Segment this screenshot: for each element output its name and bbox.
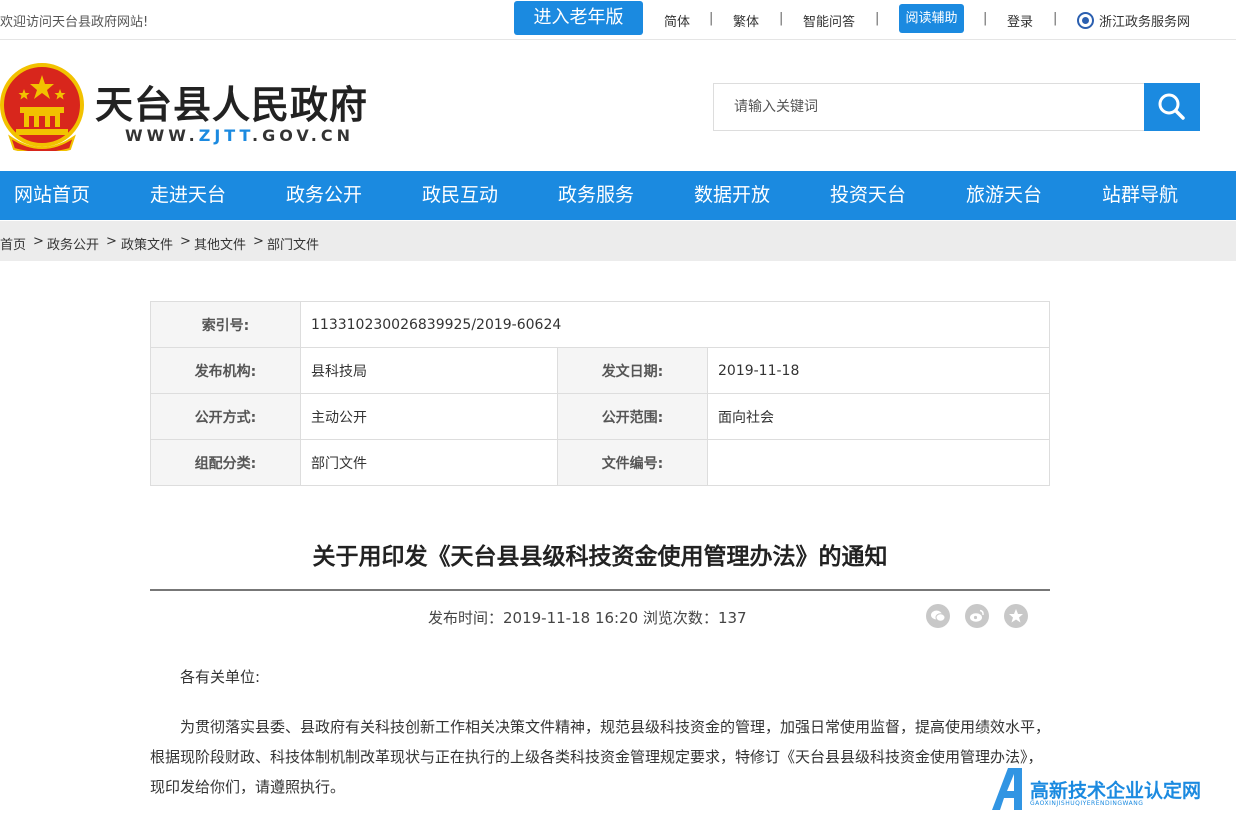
site-header: 天台县人民政府 WWW.ZJTT.GOV.CN [0,40,1236,171]
article-title: 关于用印发《天台县县级科技资金使用管理办法》的通知 [312,544,888,570]
breadcrumb-home[interactable]: 首页 [0,234,26,253]
article-paragraph-line: 为贯彻落实县委、县政府有关科技创新工作相关决策文件精神，规范县级科技资金的管理，… [180,718,1051,736]
category-label: 组配分类: [150,439,301,486]
wechat-share-button[interactable] [926,604,950,628]
table-row: 公开方式: 主动公开 公开范围: 面向社会 [150,393,1050,440]
welcome-text: 欢迎访问天台县政府网站! [0,15,149,30]
separator: | [875,11,880,26]
breadcrumb-separator: > [106,234,117,249]
scope-value: 面向社会 [707,393,1050,440]
top-bar: 欢迎访问天台县政府网站! 进入老年版 简体 | 繁体 | 智能问答 | 阅读辅助… [0,0,1236,40]
category-value: 部门文件 [300,439,558,486]
nav-about[interactable]: 走进天台 [150,171,226,220]
nav-tourism[interactable]: 旅游天台 [966,171,1042,220]
url-mid: ZJTT [198,126,253,145]
org-label: 发布机构: [150,347,301,394]
zj-service-link[interactable]: 浙江政务服务网 [1099,11,1190,30]
weibo-share-button[interactable] [965,604,989,628]
doc-number-label: 文件编号: [557,439,708,486]
search-icon [1158,93,1185,120]
breadcrumb-separator: > [33,234,44,249]
date-value: 2019-11-18 [707,347,1050,394]
url-prefix: WWW. [125,126,199,145]
site-title: 天台县人民政府 [95,82,369,127]
doc-number-value [707,439,1050,486]
open-label: 公开方式: [150,393,301,440]
separator: | [779,11,784,26]
table-row: 组配分类: 部门文件 文件编号: [150,439,1050,486]
nav-gov-open[interactable]: 政务公开 [286,171,362,220]
login-link[interactable]: 登录 [1007,11,1033,30]
search-input[interactable] [713,83,1145,131]
watermark-subtext: GAOXINJISHUQIYERENDINGWANG [1030,800,1144,807]
separator: | [709,11,714,26]
index-value: 11331023002683992​5/2019-60624 [300,301,1050,348]
elder-mode-button[interactable]: 进入老年版 [514,1,643,35]
breadcrumb-dept[interactable]: 部门文件 [267,234,319,253]
scope-label: 公开范围: [557,393,708,440]
breadcrumb-separator: > [253,234,264,249]
national-emblem-icon [0,63,84,151]
index-label: 索引号: [150,301,301,348]
breadcrumb-gov-open[interactable]: 政务公开 [47,234,99,253]
nav-open-data[interactable]: 数据开放 [694,171,770,220]
simplified-link[interactable]: 简体 [664,11,690,30]
breadcrumb-other[interactable]: 其他文件 [194,234,246,253]
separator: | [983,11,988,26]
nav-site-group[interactable]: 站群导航 [1102,171,1178,220]
url-suffix: .GOV.CN [252,126,354,145]
wechat-icon [931,610,946,622]
breadcrumb: 首页 > 政务公开 > 政策文件 > 其他文件 > 部门文件 [0,221,1236,261]
separator: | [1053,11,1058,26]
nav-interaction[interactable]: 政民互动 [422,171,498,220]
weibo-icon [970,609,984,622]
table-row: 索引号: 11331023002683992​5/2019-60624 [150,301,1050,348]
article-paragraph-line: 根据现阶段财政、科技体制机制改革现状与正在执行的上级各类科技资金管理规定要求，特… [150,748,1043,766]
watermark-text: 高新技术企业认定网 [1030,780,1202,802]
date-label: 发文日期: [557,347,708,394]
title-divider [150,589,1050,591]
publish-info: 发布时间：2019-11-18 16:20 浏览次数：137 [428,609,747,627]
favorite-icon [1009,609,1023,623]
zj-service-icon [1077,12,1094,29]
table-row: 发布机构: 县科技局 发文日期: 2019-11-18 [150,347,1050,394]
search-button[interactable] [1144,83,1200,131]
reader-assist-button[interactable]: 阅读辅助 [899,4,964,33]
document-meta-table: 索引号: 11331023002683992​5/2019-60624 发布机构… [150,301,1050,486]
open-value: 主动公开 [300,393,558,440]
breadcrumb-separator: > [180,234,191,249]
main-nav: 网站首页 走进天台 政务公开 政民互动 政务服务 数据开放 投资天台 旅游天台 … [0,171,1236,220]
site-url: WWW.ZJTT.GOV.CN [125,126,354,145]
breadcrumb-policy[interactable]: 政策文件 [121,234,173,253]
qa-link[interactable]: 智能问答 [803,11,855,30]
traditional-link[interactable]: 繁体 [733,11,759,30]
favorite-button[interactable] [1004,604,1028,628]
article-salutation: 各有关单位: [180,668,261,686]
nav-home[interactable]: 网站首页 [14,171,90,220]
org-value: 县科技局 [300,347,558,394]
nav-invest[interactable]: 投资天台 [830,171,906,220]
nav-services[interactable]: 政务服务 [558,171,634,220]
article-paragraph-line: 现印发给你们，请遵照执行。 [150,778,346,796]
